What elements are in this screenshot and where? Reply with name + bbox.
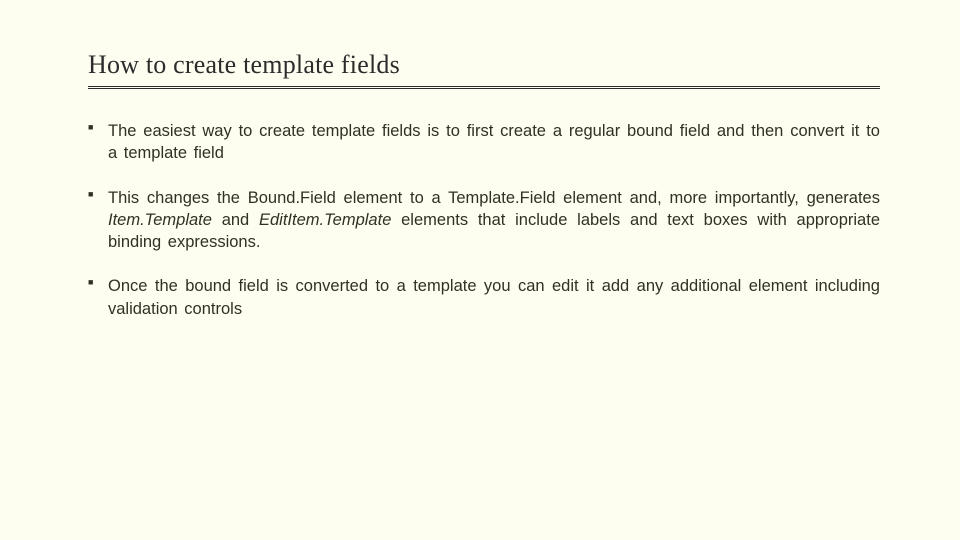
bullet-text-mid: and bbox=[212, 211, 259, 229]
bullet-text: The easiest way to create template field… bbox=[108, 122, 880, 162]
italic-term: EditItem.Template bbox=[259, 211, 391, 229]
bullet-text: Once the bound field is converted to a t… bbox=[108, 277, 880, 317]
title-underline bbox=[88, 86, 880, 92]
bullet-list: The easiest way to create template field… bbox=[88, 120, 880, 320]
bullet-item: This changes the Bound.Field element to … bbox=[88, 187, 880, 254]
slide-title: How to create template fields bbox=[88, 50, 880, 80]
bullet-item: Once the bound field is converted to a t… bbox=[88, 275, 880, 320]
bullet-text-pre: This changes the Bound.Field element to … bbox=[108, 189, 880, 207]
bullet-item: The easiest way to create template field… bbox=[88, 120, 880, 165]
italic-term: Item.Template bbox=[108, 211, 212, 229]
slide: How to create template fields The easies… bbox=[0, 0, 960, 540]
